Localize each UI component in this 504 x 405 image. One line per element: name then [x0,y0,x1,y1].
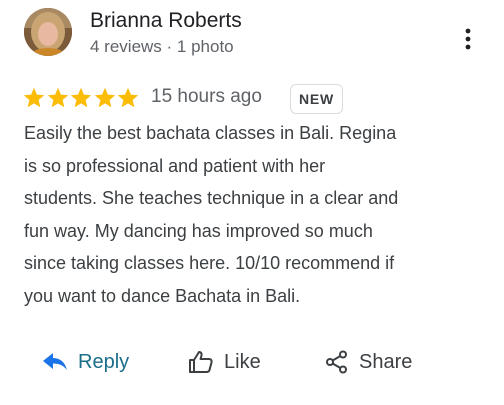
review-text-line: Easily the best bachata classes in Bali.… [24,123,397,143]
author-name[interactable]: Brianna Roberts [90,9,242,33]
like-label: Like [224,350,261,373]
reply-label: Reply [78,350,130,373]
review-text-line: since taking classes here. 10/10 recomme… [24,253,395,273]
avatar[interactable] [24,8,72,56]
avatar-photo [24,8,72,56]
more-options-button[interactable] [450,22,486,56]
star-icon [70,87,92,108]
star-icon [94,87,115,108]
share-icon [326,350,347,374]
more-vert-icon [465,28,471,50]
star-rating [22,86,140,110]
thumb-up-icon [189,351,213,373]
reply-arrow-icon [43,353,67,370]
review-text-line: students. She teaches technique in a cle… [24,188,399,208]
review-text-line: is so professional and patient with her [24,155,326,176]
star-icon [47,87,68,108]
star-icon [23,87,45,108]
share-label: Share [359,350,413,373]
reply-button[interactable]: Reply [42,345,129,379]
review-time: 15 hours ago [151,86,262,107]
author-meta: 4 reviews · 1 photo [90,37,234,56]
review-text-line: you want to dance Bachata in Bali. [24,285,301,306]
review-text: Easily the best bachata classes in Bali.… [24,117,500,312]
review-text-line: fun way. My dancing has improved so much [24,220,373,241]
star-icon [117,87,139,108]
new-badge: NEW [290,84,344,114]
like-button[interactable]: Like [188,345,261,379]
share-button[interactable]: Share [325,345,412,379]
